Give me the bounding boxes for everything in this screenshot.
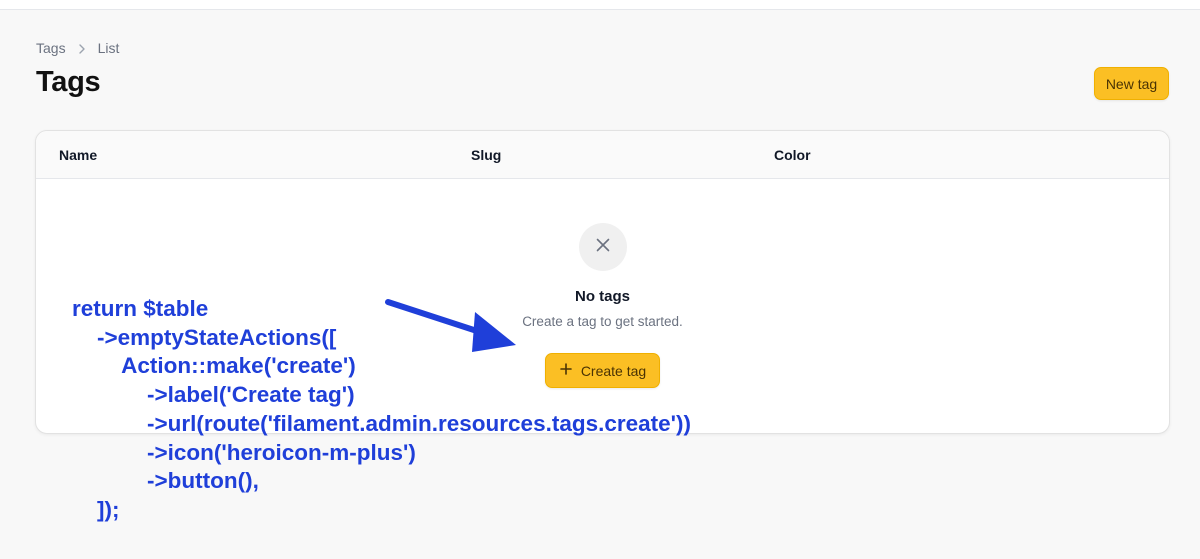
page-title: Tags [36, 66, 101, 98]
column-header-slug[interactable]: Slug [471, 147, 501, 163]
code-line: return $table [72, 296, 209, 321]
breadcrumb-item-list: List [97, 40, 120, 56]
new-tag-button[interactable]: New tag [1094, 67, 1169, 100]
code-annotation: return $table ->emptyStateActions([ Acti… [72, 295, 691, 525]
code-line: ->icon('heroicon-m-plus') [72, 439, 416, 465]
chevron-right-icon [76, 42, 88, 54]
code-line: ->label('Create tag') [72, 382, 355, 408]
code-line: Action::make('create') [72, 353, 356, 379]
empty-state-icon-wrap [579, 223, 627, 271]
code-line: ->emptyStateActions([ [72, 324, 337, 350]
code-line: ->url(route('filament.admin.resources.ta… [72, 410, 691, 436]
table-header: Name Slug Color [36, 131, 1169, 179]
column-header-color[interactable]: Color [774, 147, 811, 163]
x-mark-icon [594, 236, 612, 259]
code-line: ]); [72, 496, 120, 522]
breadcrumb-item-tags[interactable]: Tags [36, 40, 66, 56]
top-bar [0, 0, 1200, 10]
breadcrumb: Tags List [36, 40, 119, 56]
code-line: ->button(), [72, 468, 259, 494]
column-header-name[interactable]: Name [59, 147, 97, 163]
